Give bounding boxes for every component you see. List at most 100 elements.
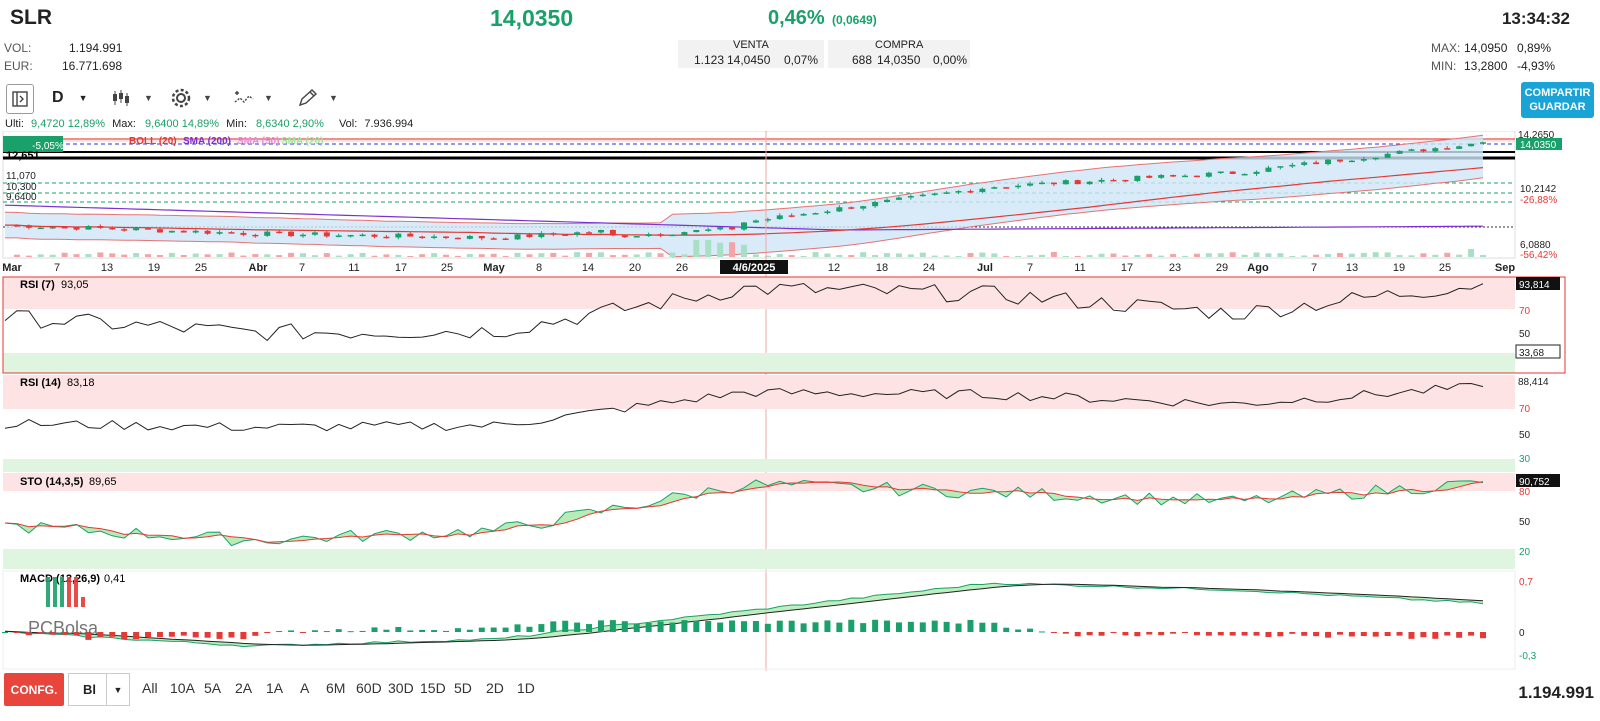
- macd-hist-bar: [907, 621, 914, 632]
- candle: [443, 236, 450, 238]
- volume-bar: [1348, 253, 1355, 257]
- volume-bar: [824, 253, 831, 257]
- macd-hist-bar: [478, 627, 485, 632]
- x-tick-label: 12: [828, 262, 840, 274]
- candle: [1432, 148, 1439, 152]
- range-button-a[interactable]: A: [300, 680, 309, 696]
- volume-bar: [145, 254, 152, 257]
- volume-bar: [1432, 254, 1439, 257]
- volume-bar: [776, 253, 783, 257]
- share-save-button[interactable]: COMPARTIR GUARDAR: [1521, 82, 1594, 118]
- volume-bar: [1301, 255, 1308, 257]
- pcbolsa-logo: PCBolsa: [28, 577, 99, 638]
- range-button-6m[interactable]: 6M: [326, 680, 345, 696]
- volume-bar: [1205, 253, 1212, 257]
- macd-hist-bar: [1396, 632, 1403, 636]
- candle: [955, 191, 962, 193]
- candle: [502, 238, 509, 240]
- range-button-15d[interactable]: 15D: [420, 680, 446, 696]
- candle: [1277, 166, 1284, 168]
- x-tick-label: 25: [441, 262, 453, 274]
- candle: [693, 229, 700, 233]
- range-button-1a[interactable]: 1A: [266, 680, 283, 696]
- macd-hist-bar: [514, 624, 521, 632]
- candle: [61, 226, 68, 229]
- macd-hist-bar: [1372, 632, 1379, 637]
- candle: [1182, 175, 1189, 178]
- x-tick-label: 14: [582, 262, 594, 274]
- candle: [419, 236, 426, 239]
- volume-bar: [1241, 254, 1248, 257]
- rsi14-axis-70: 70: [1519, 404, 1531, 415]
- macd-hist-bar: [180, 632, 187, 636]
- volume-bar: [490, 253, 497, 257]
- candle: [872, 202, 879, 207]
- x-tick-label: 13: [1346, 262, 1358, 274]
- period-select[interactable]: D ▼: [52, 84, 87, 112]
- rsi7-axis-50: 50: [1519, 329, 1531, 340]
- macd-hist-bar: [848, 619, 855, 632]
- chart-type-select[interactable]: Bl ▼: [68, 673, 130, 706]
- macd-hist-bar: [1086, 632, 1093, 636]
- macd-hist-bar: [1432, 632, 1439, 639]
- candle: [1241, 173, 1248, 176]
- macd-axis-0: 0: [1519, 628, 1525, 639]
- volume-bar: [800, 255, 807, 257]
- range-button-10a[interactable]: 10A: [170, 680, 195, 696]
- draw-pencil-icon[interactable]: ▼: [297, 84, 338, 112]
- volume-bar: [967, 253, 974, 257]
- macd-hist-bar: [943, 621, 950, 632]
- sto-pane: STO (14,3,5) 89,65 90,752 80 50 20: [3, 473, 1560, 569]
- range-button-5a[interactable]: 5A: [204, 680, 221, 696]
- macd-hist-bar: [395, 627, 402, 632]
- macd-histogram: [2, 619, 1486, 640]
- x-tick-label: 18: [876, 262, 888, 274]
- indicators-icon[interactable]: ▼: [233, 84, 273, 112]
- candle: [1003, 187, 1010, 189]
- macd-hist-bar: [347, 631, 354, 633]
- panel-toggle-icon[interactable]: [6, 84, 34, 114]
- macd-hist-bar: [145, 632, 152, 638]
- macd-hist-bar: [1408, 632, 1415, 639]
- volume-bar: [371, 255, 378, 257]
- macd-hist-bar: [383, 629, 390, 632]
- range-button-30d[interactable]: 30D: [388, 680, 414, 696]
- range-button-all[interactable]: All: [142, 680, 158, 696]
- candle: [848, 207, 855, 209]
- volume-bar: [466, 254, 473, 257]
- range-button-5d[interactable]: 5D: [454, 680, 472, 696]
- macd-hist-bar: [621, 621, 628, 632]
- rsi7-pane: RSI (7) 93,05 93,814 70 50 33,68: [2, 276, 1566, 374]
- macd-hist-bar: [97, 632, 104, 637]
- macd-hist-bar: [1170, 632, 1177, 634]
- range-button-2a[interactable]: 2A: [235, 680, 252, 696]
- candles-icon[interactable]: ▼: [111, 84, 153, 112]
- macd-hist-bar: [1277, 632, 1284, 637]
- config-button[interactable]: CONFG.: [4, 673, 64, 706]
- candle: [121, 229, 128, 231]
- macd-hist-bar: [1062, 632, 1069, 634]
- range-button-2d[interactable]: 2D: [486, 680, 504, 696]
- volume-bar: [931, 255, 938, 257]
- macd-hist-bar: [1003, 627, 1010, 632]
- candle: [586, 232, 593, 234]
- volume-bar: [979, 252, 986, 257]
- macd-hist-bar: [681, 620, 688, 632]
- sma200-legend: SMA (200): [183, 136, 231, 147]
- macd-hist-bar: [13, 632, 20, 634]
- chart-area[interactable]: -5,05% BOLL (20) SMA (200) SMA (50) SMA …: [0, 131, 1600, 671]
- range-button-1d[interactable]: 1D: [517, 680, 535, 696]
- x-tick-label: 7: [1027, 262, 1033, 274]
- settings-gear-icon[interactable]: ▼: [170, 84, 212, 112]
- ulti-pct: 12,89%: [67, 118, 106, 130]
- volume-bar: [872, 255, 879, 257]
- candle: [431, 236, 438, 238]
- rsi7-axis-lo: 33,68: [1519, 348, 1544, 359]
- chevron-down-icon: ▼: [203, 93, 212, 103]
- volume-bar: [884, 253, 891, 257]
- compra-label: COMPRA: [875, 39, 924, 51]
- candle: [1325, 159, 1332, 165]
- candle: [1348, 160, 1355, 163]
- range-button-60d[interactable]: 60D: [356, 680, 382, 696]
- macd-frame: [2, 570, 1516, 670]
